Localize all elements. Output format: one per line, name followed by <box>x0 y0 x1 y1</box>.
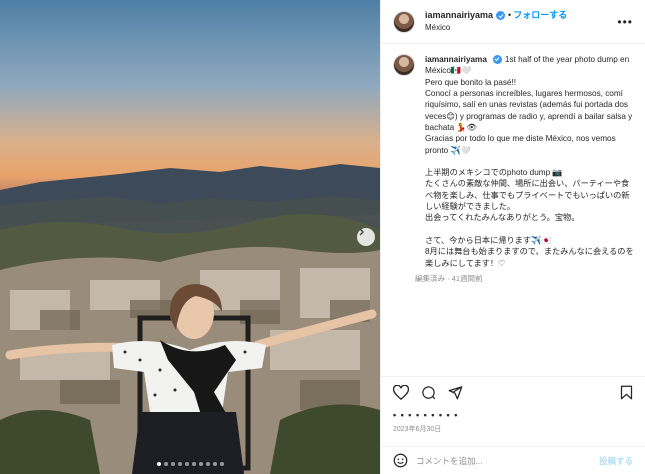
verified-icon <box>492 54 502 64</box>
comment-icon[interactable] <box>421 385 436 400</box>
location-link[interactable]: México <box>425 23 617 33</box>
next-photo-button[interactable] <box>357 228 375 246</box>
carousel-dot <box>219 462 224 466</box>
action-bar <box>381 376 645 408</box>
separator-dot: • <box>508 9 512 20</box>
post-photo[interactable] <box>0 0 380 474</box>
comment-bar: 投稿する <box>381 446 645 474</box>
carousel-dot <box>205 462 210 466</box>
heart-icon[interactable] <box>393 385 409 400</box>
carousel-dot <box>156 462 161 466</box>
caption-section: iamannairiyama 1st half of the year photo… <box>381 44 645 374</box>
post-header: iamannairiyama • フォローする México ••• <box>381 0 645 44</box>
post-comment-button[interactable]: 投稿する <box>599 455 633 467</box>
follow-button[interactable]: フォローする <box>513 10 567 21</box>
carousel-dot <box>212 462 217 466</box>
caption-meta: 編集済み · 41週間前 <box>415 273 483 283</box>
avatar[interactable] <box>393 10 415 33</box>
carousel-indicator <box>0 462 380 466</box>
username[interactable]: iamannairiyama <box>425 10 493 21</box>
carousel-dot <box>177 462 182 466</box>
post-date: 2023年6月30日 <box>393 426 442 433</box>
caption-body: 1st half of the year photo dump en Méxic… <box>425 55 634 268</box>
more-icon[interactable]: ••• <box>617 15 633 29</box>
chevron-right-icon <box>359 228 364 236</box>
carousel-dot <box>191 462 196 466</box>
caption-username[interactable]: iamannairiyama <box>425 55 487 64</box>
caption-avatar[interactable] <box>393 54 415 76</box>
caption-text: iamannairiyama 1st half of the year photo… <box>425 54 637 269</box>
carousel-dot <box>170 462 175 466</box>
verified-icon <box>496 11 506 20</box>
carousel-dot <box>198 462 203 466</box>
carousel-dot <box>184 462 189 466</box>
post-panel: iamannairiyama • フォローする México ••• iaman… <box>380 0 645 474</box>
share-icon[interactable] <box>448 385 463 400</box>
emoji-icon[interactable] <box>393 453 408 468</box>
carousel-dot <box>163 462 168 466</box>
photo-scene <box>0 164 380 474</box>
comment-input[interactable] <box>416 455 599 466</box>
bookmark-icon[interactable] <box>620 385 633 400</box>
likes-count[interactable]: • • • • • • • • • <box>393 410 458 420</box>
